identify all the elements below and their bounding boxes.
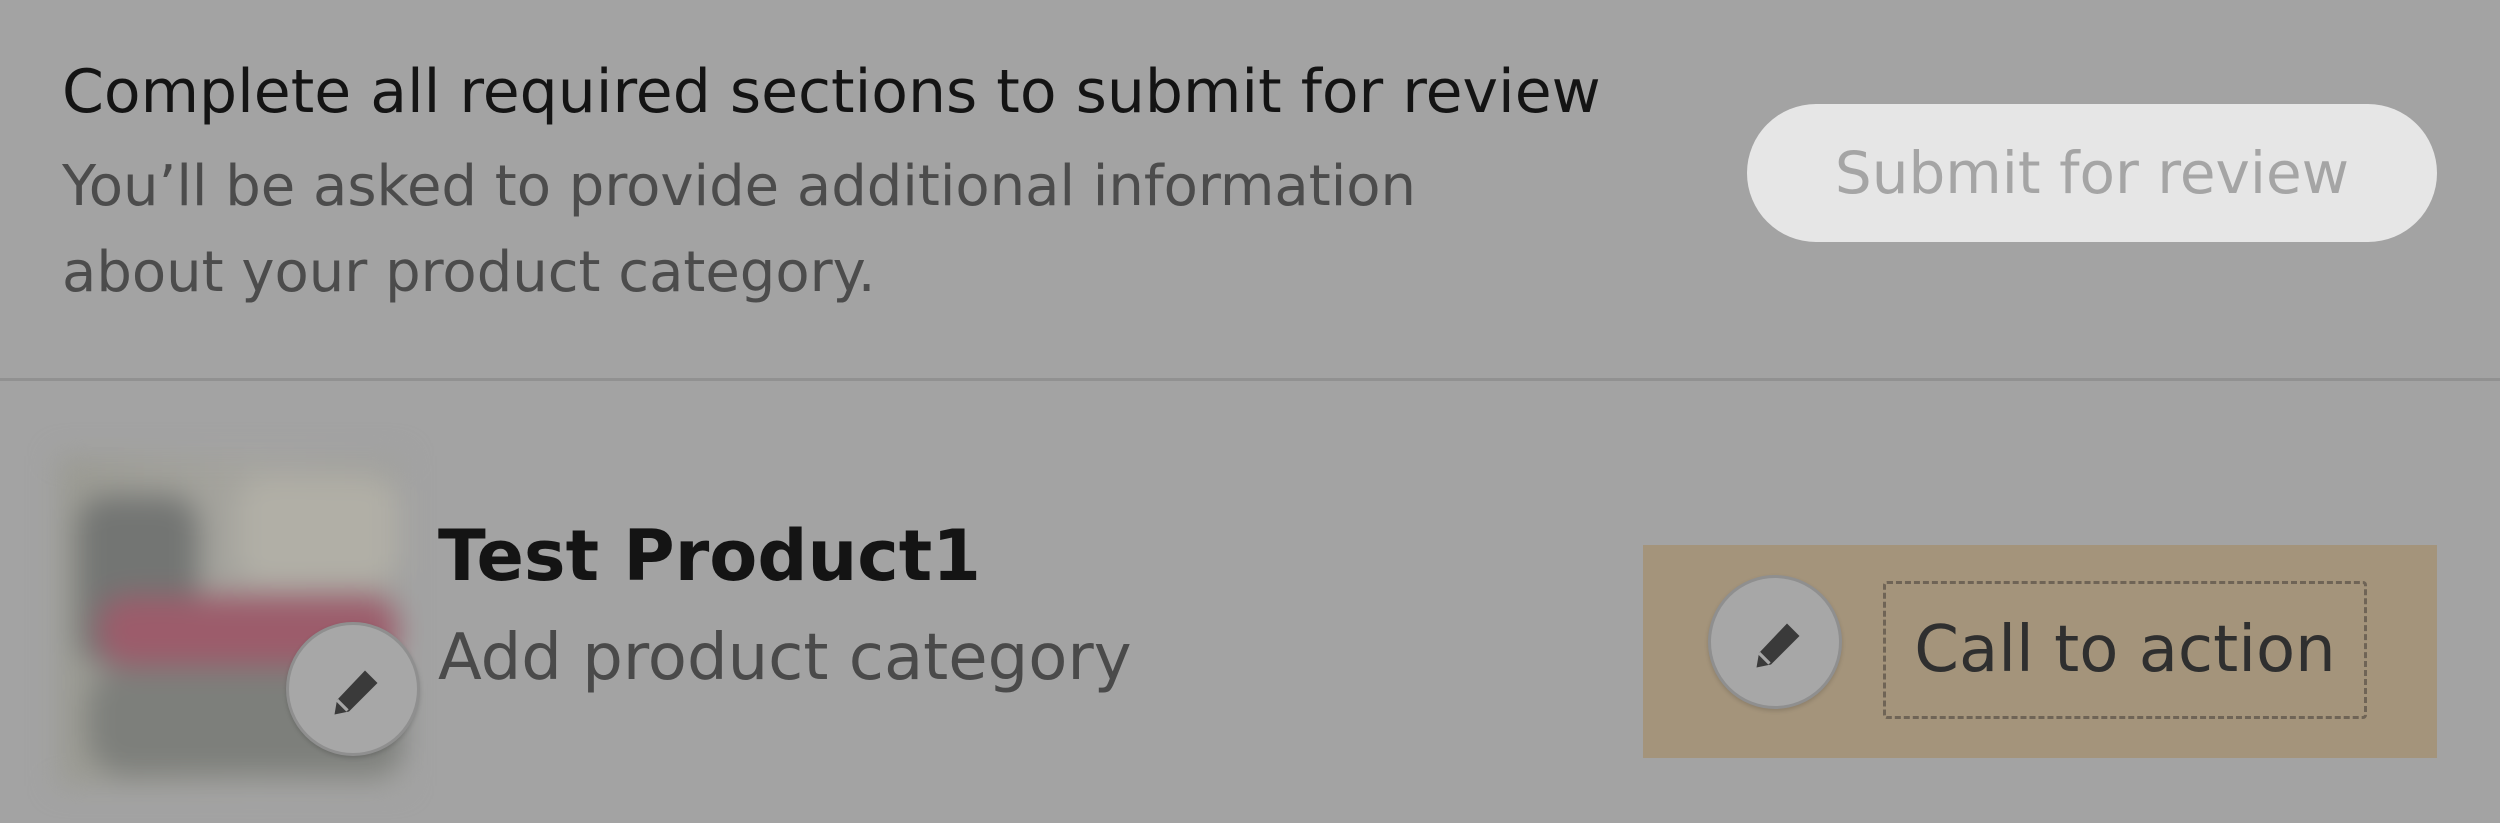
product-row: Test Product1 Add product category Call … [0,381,2500,823]
review-panel: Complete all required sections to submit… [0,0,2500,378]
edit-thumbnail-button[interactable] [286,622,420,756]
pencil-icon [334,670,378,715]
add-product-category-link[interactable]: Add product category [438,614,1132,702]
review-title: Complete all required sections to submit… [62,57,1601,127]
review-description: You’ll be asked to provide additional in… [62,154,1417,305]
submit-for-review-button[interactable]: Submit for review [1747,104,2437,242]
pencil-icon [1756,623,1800,668]
call-to-action-button[interactable]: Call to action [1883,581,2367,719]
edit-call-to-action-button[interactable] [1708,575,1842,709]
product-name: Test Product1 [438,515,981,597]
